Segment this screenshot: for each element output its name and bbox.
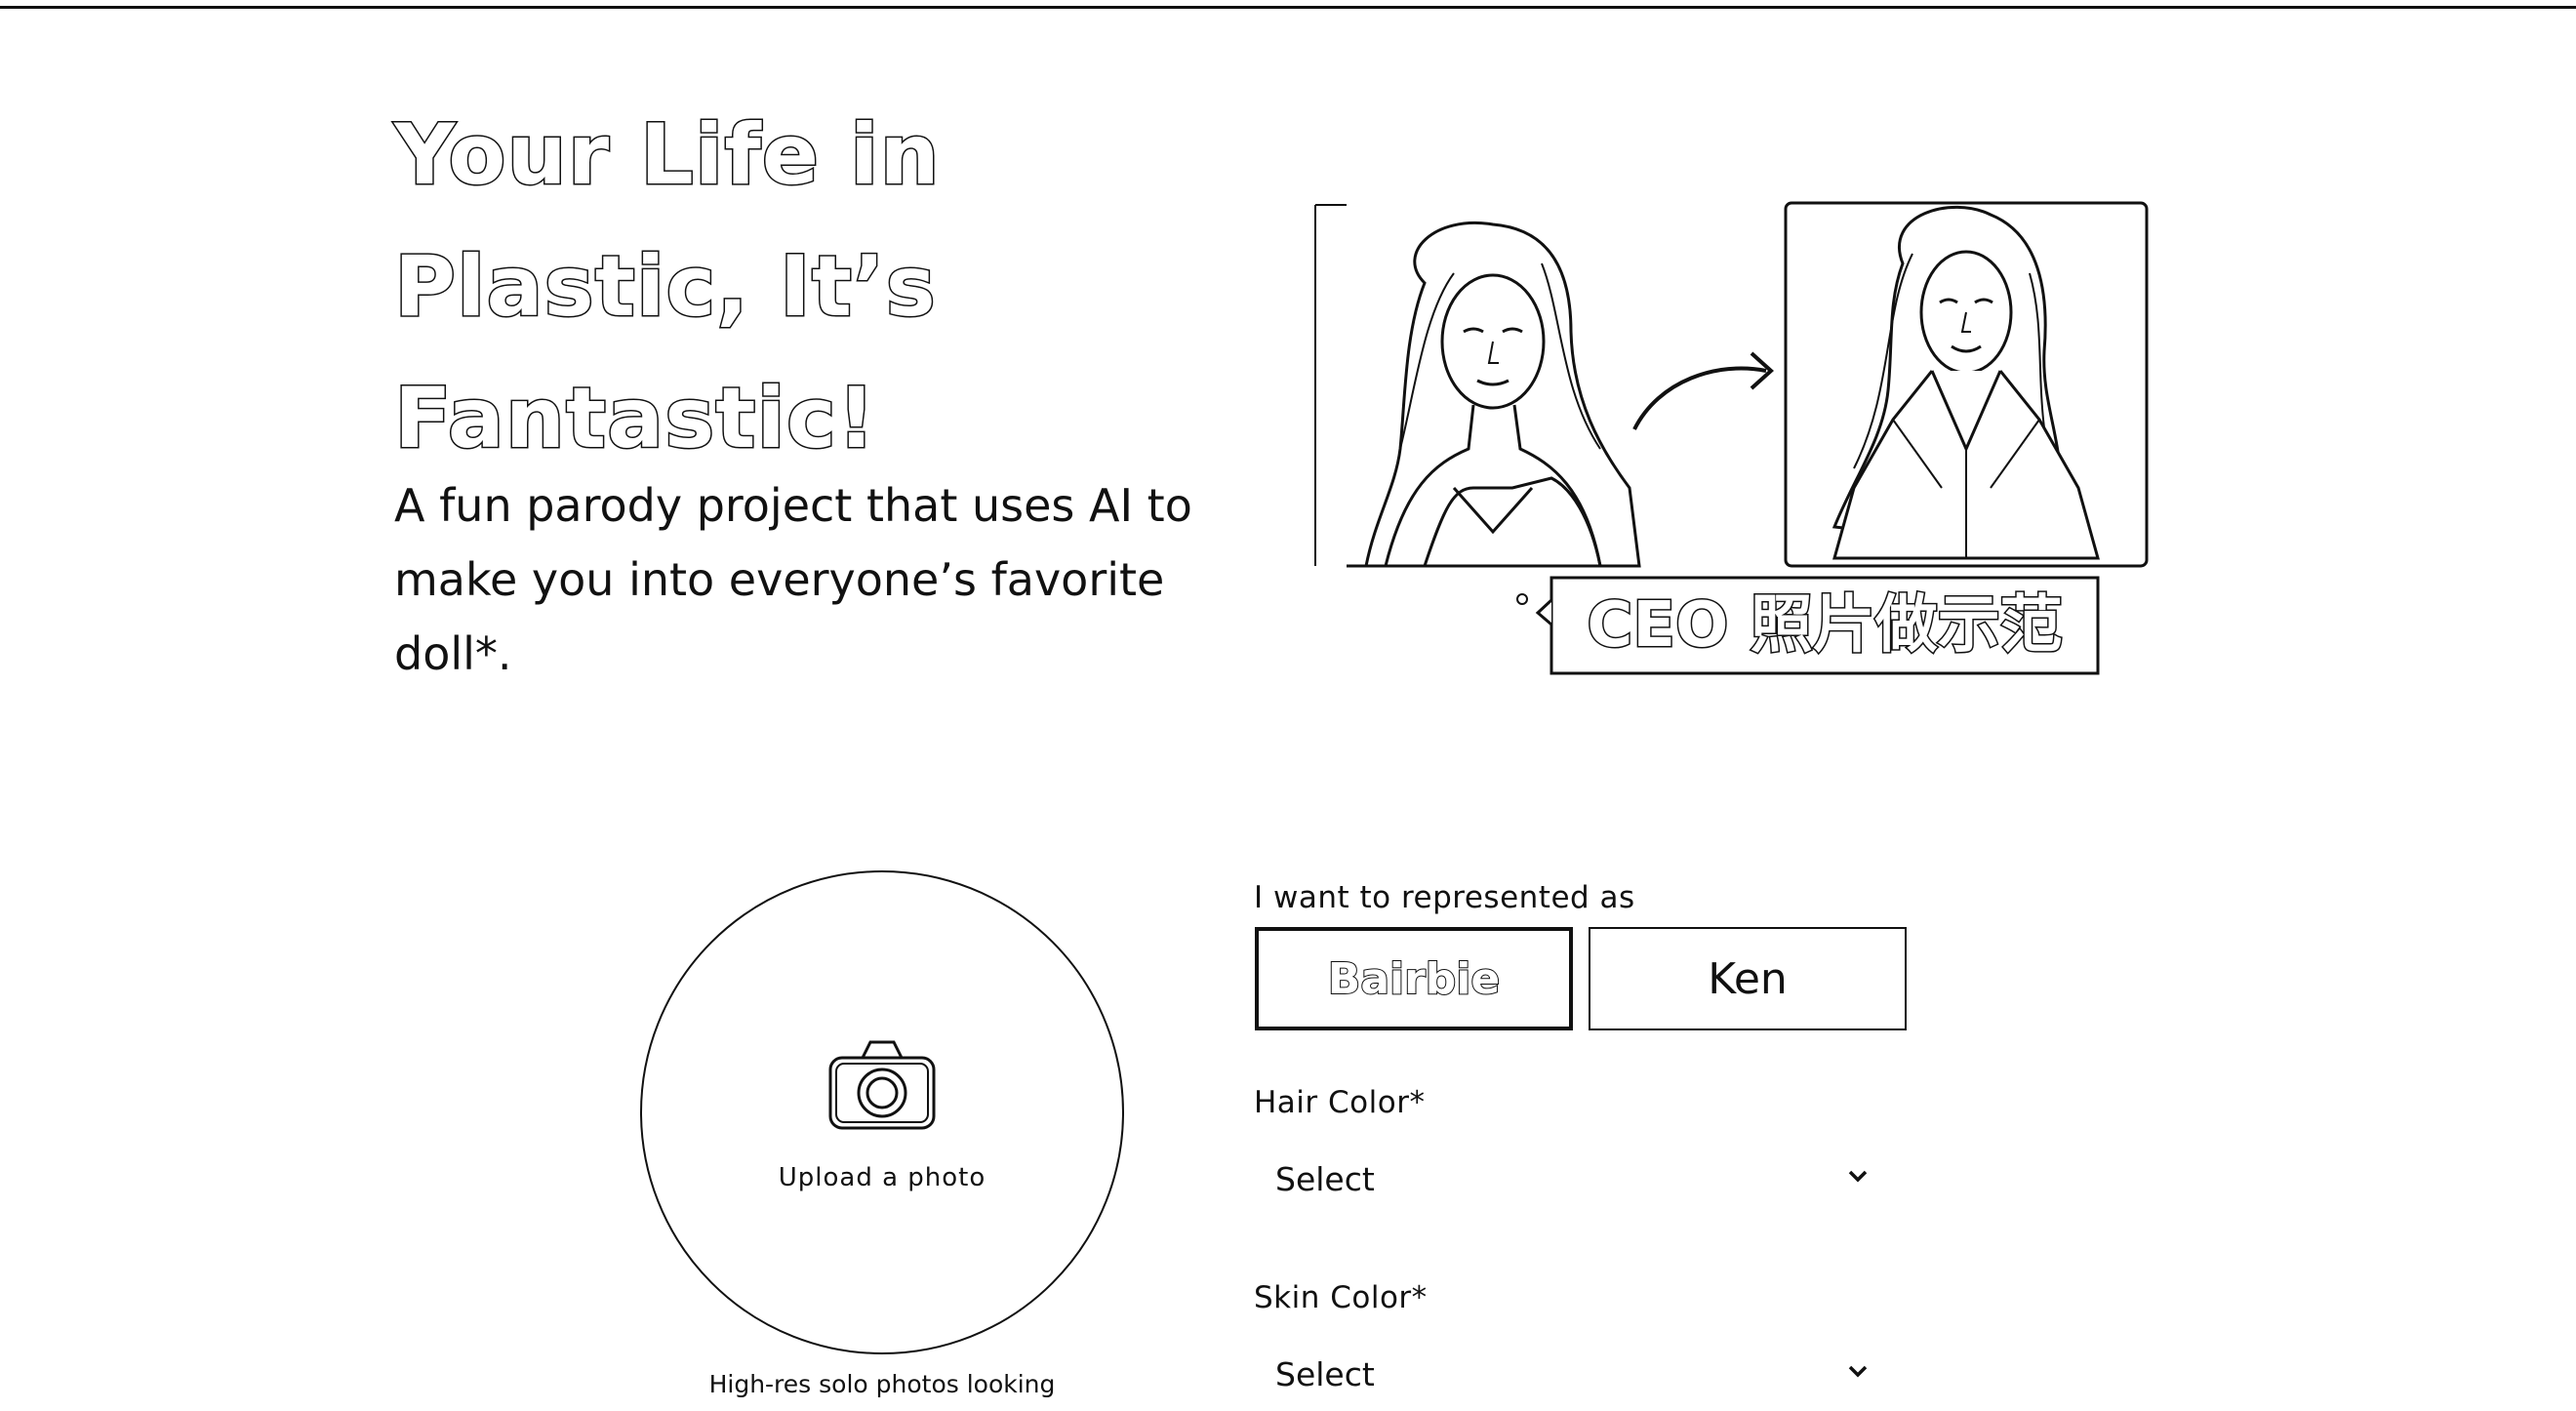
skin-color-select[interactable]: Select xyxy=(1254,1343,1888,1405)
hero-subtitle-line-1: A fun parody project that uses AI to xyxy=(394,479,1192,532)
option-bairbie-button[interactable]: Bairbie xyxy=(1255,927,1573,1030)
chevron-down-icon xyxy=(1848,1365,1868,1378)
hair-color-value: Select xyxy=(1275,1159,1375,1198)
hero-subtitle: A fun parody project that uses AI to mak… xyxy=(394,468,1272,691)
doll-portrait-image xyxy=(1784,201,2149,568)
hero-title-line-1: Your Life in xyxy=(393,105,942,206)
camera-icon xyxy=(828,1040,936,1130)
caption-bubble: CEO 照片做示范 xyxy=(1516,576,2100,675)
hair-color-select[interactable]: Select xyxy=(1254,1148,1888,1210)
hero-title: Your Life in Plastic, It’s Fantastic! xyxy=(392,90,1292,485)
option-ken-button[interactable]: Ken xyxy=(1589,927,1907,1030)
hero-subtitle-line-2: make you into everyone’s favorite xyxy=(394,553,1165,606)
original-portrait-image xyxy=(1314,204,1641,568)
hero-illustration: CEO 照片做示范 xyxy=(1314,201,2149,675)
top-divider xyxy=(0,6,2576,9)
skin-color-value: Select xyxy=(1275,1354,1375,1393)
upload-hint: High-res solo photos looking xyxy=(708,1370,1056,1398)
caption-text: CEO 照片做示范 xyxy=(1587,589,2062,662)
represent-label: I want to represented as xyxy=(1254,880,1635,915)
hero-title-line-2: Plastic, It’s xyxy=(393,237,938,338)
chevron-down-icon xyxy=(1848,1170,1868,1183)
hair-color-label: Hair Color* xyxy=(1254,1085,1426,1120)
skin-color-label: Skin Color* xyxy=(1254,1280,1428,1315)
hero-subtitle-line-3: doll*. xyxy=(394,627,512,680)
page: Your Life in Plastic, It’s Fantastic! A … xyxy=(0,0,2576,1411)
hero-title-line-3: Fantastic! xyxy=(392,369,877,469)
upload-label: Upload a photo xyxy=(778,1163,986,1192)
photo-upload-area[interactable]: Upload a photo xyxy=(640,870,1124,1354)
arrow-right-icon xyxy=(1632,351,1774,430)
